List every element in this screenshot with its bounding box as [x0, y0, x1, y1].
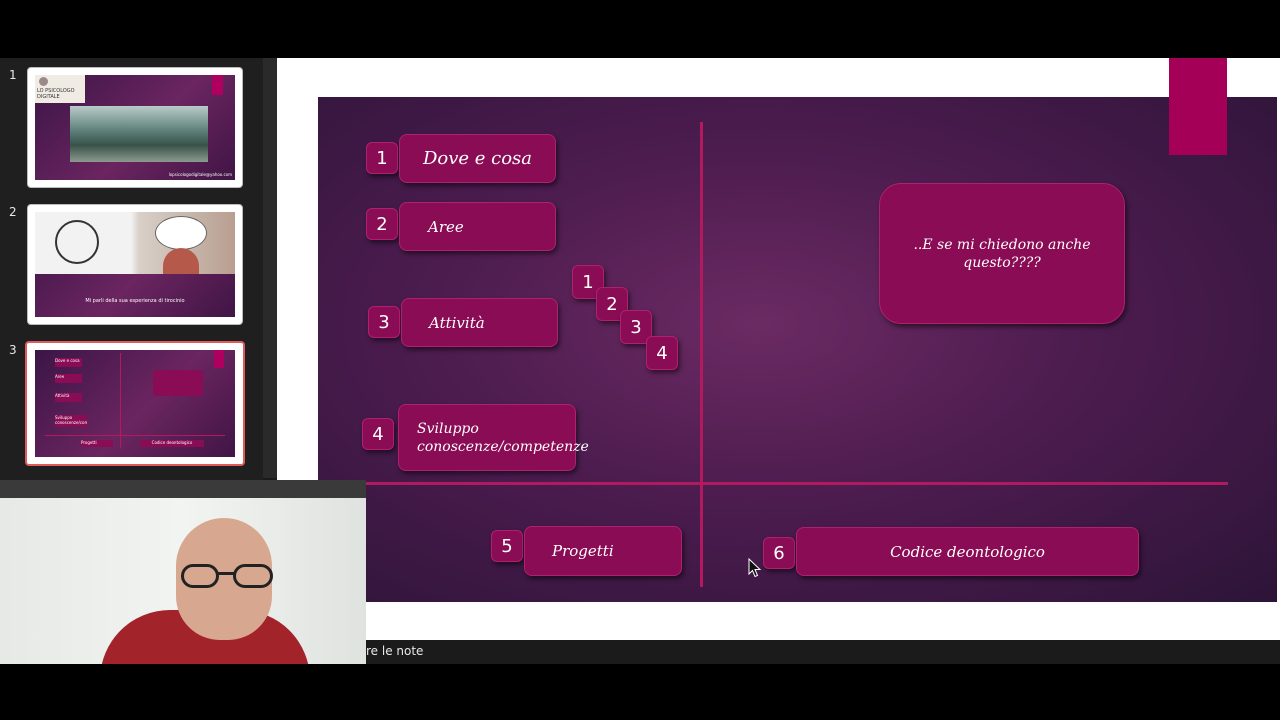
accent-block — [1169, 58, 1227, 155]
item-number-1: 1 — [366, 142, 398, 174]
avatar — [39, 77, 48, 86]
thumb-box: Progetti — [81, 440, 113, 447]
item-attivita[interactable]: Attività — [401, 298, 558, 347]
webcam-top-bar — [0, 480, 366, 498]
thumbnail-number: 2 — [9, 205, 17, 219]
mouse-pointer-icon — [748, 558, 762, 578]
glasses-bridge — [218, 572, 234, 575]
landscape-image — [70, 106, 208, 162]
thumb-question-box — [153, 370, 203, 396]
item-number-6: 6 — [763, 537, 795, 569]
item-progetti[interactable]: Progetti — [524, 526, 682, 576]
item-number-4: 4 — [362, 418, 394, 450]
item-number-3: 3 — [368, 306, 400, 338]
thumbnail-scrollbar[interactable] — [263, 58, 277, 478]
item-dove-e-cosa[interactable]: Dove e cosa — [399, 134, 556, 183]
question-box[interactable]: ..E se mi chiedono anche questo???? — [879, 183, 1125, 324]
thumb-box: Codice deontologico — [140, 440, 204, 447]
glasses-left-lens — [181, 564, 219, 588]
webcam-overlay — [0, 480, 366, 664]
thumbnail-email: lopsicologodigitale@yahoo.com — [168, 172, 232, 177]
accent-block — [212, 75, 223, 95]
slide-thumbnail-2[interactable]: Mi parli della sua esperienza di tirocin… — [27, 204, 243, 325]
current-slide: 1 Dove e cosa 2 Aree 3 Attività 4 Svilup… — [318, 97, 1277, 602]
slide-thumbnail-1[interactable]: LO PSICOLOGO DIGITALE lopsicologodigital… — [27, 67, 243, 188]
thumb-box: Sviluppo conoscenze/competenze — [55, 415, 87, 427]
thumb-box: Aree — [55, 374, 82, 383]
thumbnail-title: LO PSICOLOGO DIGITALE — [37, 88, 75, 100]
divider-horizontal — [363, 482, 1228, 485]
sketch-drawing — [55, 220, 99, 264]
accent-block — [214, 350, 224, 368]
divider-horizontal — [45, 435, 225, 436]
thumb-box: Attività — [55, 393, 82, 402]
person-figure — [163, 248, 199, 274]
item-number-2: 2 — [366, 208, 398, 240]
thumbnail-number: 1 — [9, 68, 17, 82]
sketch-image — [35, 212, 235, 274]
glasses-right-lens — [233, 564, 273, 588]
divider-vertical — [700, 122, 703, 587]
thumbnail-number: 3 — [9, 343, 17, 357]
item-sviluppo-conoscenze-competenze[interactable]: Sviluppo conoscenze/competenze — [398, 404, 589, 471]
divider-vertical — [120, 353, 121, 448]
slide-thumbnail-3-selected[interactable]: Dove e cosa Aree Attività Sviluppo conos… — [25, 341, 245, 466]
thought-bubble — [155, 216, 207, 250]
notes-toggle[interactable]: re le note — [366, 644, 423, 658]
item-number-5: 5 — [491, 530, 523, 562]
logo-area: LO PSICOLOGO DIGITALE — [35, 75, 85, 103]
step-number-4: 4 — [646, 336, 678, 370]
item-aree[interactable]: Aree — [399, 202, 556, 251]
item-codice-deontologico[interactable]: Codice deontologico — [796, 527, 1139, 576]
thumbnail-caption: Mi parli della sua esperienza di tirocin… — [85, 298, 185, 304]
thumb-box: Dove e cosa — [55, 358, 82, 367]
